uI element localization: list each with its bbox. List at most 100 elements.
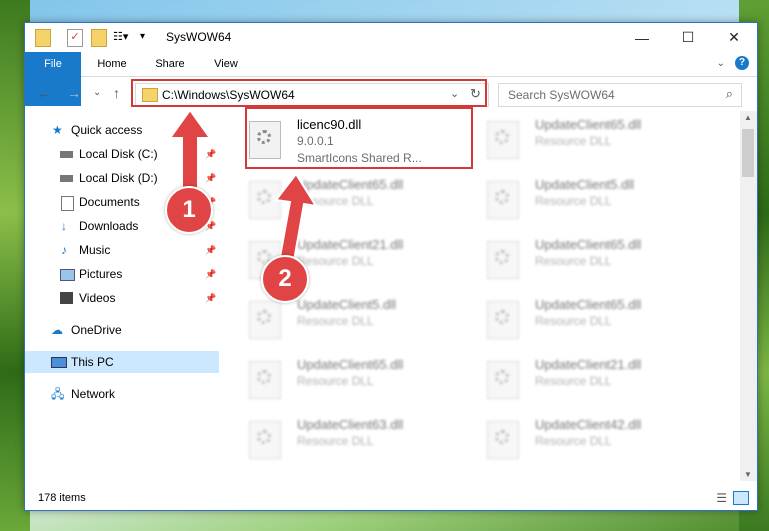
back-icon[interactable]: ← — [37, 85, 51, 101]
new-folder-icon[interactable] — [91, 29, 107, 47]
gear-icon — [495, 250, 509, 264]
cloud-icon: ☁ — [51, 323, 63, 337]
tab-home[interactable]: Home — [87, 52, 137, 76]
sidebar-item-label: Music — [79, 243, 111, 257]
details-view-icon[interactable]: ☰ — [716, 491, 727, 505]
sidebar-item-label: Pictures — [79, 267, 123, 281]
music-icon: ♪ — [61, 243, 67, 257]
star-icon: ★ — [52, 123, 63, 137]
file-item[interactable]: UpdateClient65.dll Resource DLL — [487, 297, 707, 351]
search-box[interactable]: Search SysWOW64 ⌕ — [498, 83, 742, 107]
file-item[interactable]: UpdateClient5.dll Resource DLL — [249, 297, 469, 351]
dll-file-icon — [487, 301, 519, 339]
drive-icon — [60, 151, 73, 158]
sidebar-item-label: Videos — [79, 291, 116, 305]
large-icons-view-icon[interactable] — [733, 491, 749, 505]
file-name: UpdateClient42.dll — [535, 417, 642, 432]
pin-icon[interactable]: 📌 — [205, 287, 216, 309]
file-item[interactable]: UpdateClient63.dll Resource DLL — [249, 417, 469, 471]
dll-file-icon — [487, 241, 519, 279]
customize-qa-icon[interactable]: ☷▾ — [113, 29, 131, 45]
dll-file-icon — [487, 181, 519, 219]
dll-file-icon — [249, 421, 281, 459]
download-icon: ↓ — [61, 219, 67, 233]
item-count: 178 items — [38, 492, 86, 504]
file-name: UpdateClient63.dll — [297, 417, 404, 432]
tab-share[interactable]: Share — [145, 52, 195, 76]
file-name: UpdateClient5.dll — [535, 177, 635, 192]
gear-icon — [495, 310, 509, 324]
file-description: Resource DLL — [535, 434, 612, 448]
gear-icon — [495, 190, 509, 204]
sidebar-item-network[interactable]: 🖧 Network — [25, 383, 219, 405]
expand-ribbon-icon[interactable]: ⌄ — [717, 58, 725, 69]
sidebar-item-label: This PC — [71, 355, 114, 369]
tab-view[interactable]: View — [201, 52, 251, 76]
file-item[interactable]: UpdateClient65.dll Resource DLL — [487, 237, 707, 291]
gear-icon — [257, 310, 271, 324]
dll-file-icon — [249, 361, 281, 399]
pin-icon[interactable]: 📌 — [205, 263, 216, 285]
properties-icon[interactable]: ✓ — [67, 29, 83, 47]
sidebar-item-label: Documents — [79, 195, 140, 209]
file-item[interactable]: UpdateClient5.dll Resource DLL — [487, 177, 707, 231]
sidebar-item-label: Quick access — [71, 123, 143, 137]
maximize-button[interactable]: ☐ — [665, 23, 711, 52]
vertical-scrollbar[interactable]: ▲ ▼ — [740, 111, 757, 481]
scroll-down-icon[interactable]: ▼ — [744, 470, 752, 479]
annotation-badge-2: 2 — [261, 255, 309, 303]
sidebar-item-pictures[interactable]: Pictures 📌 — [25, 263, 219, 285]
file-item[interactable]: UpdateClient65.dll Resource DLL — [249, 357, 469, 411]
sidebar-item-onedrive[interactable]: ☁ OneDrive — [25, 319, 219, 341]
pin-icon[interactable]: 📌 — [205, 239, 216, 261]
file-description: Resource DLL — [535, 194, 612, 208]
drive-icon — [60, 175, 73, 182]
navigation-bar: ← → ⌄ ↑ C:\Windows\SysWOW64 ⌄ ↻ Search S… — [25, 77, 757, 109]
file-list: licenc90.dll 9.0.0.1 SmartIcons Shared R… — [225, 107, 739, 481]
gear-icon — [495, 430, 509, 444]
dll-file-icon — [487, 421, 519, 459]
search-icon[interactable]: ⌕ — [726, 86, 733, 102]
file-item[interactable]: UpdateClient65.dll Resource DLL — [487, 117, 707, 171]
help-icon[interactable]: ? — [735, 56, 749, 70]
explorer-window: ✓ ☷▾ ▾ SysWOW64 — ☐ ✕ File Home Share Vi… — [24, 22, 758, 511]
file-description: Resource DLL — [297, 434, 374, 448]
ribbon-tabs: File Home Share View ⌄ ? — [25, 52, 757, 106]
file-description: Resource DLL — [535, 314, 612, 328]
network-icon: 🖧 — [51, 387, 65, 401]
dll-file-icon — [249, 301, 281, 339]
gear-icon — [257, 430, 271, 444]
search-placeholder[interactable]: Search SysWOW64 — [508, 88, 615, 102]
sidebar-item-label: OneDrive — [71, 323, 122, 337]
scroll-up-icon[interactable]: ▲ — [744, 113, 752, 122]
forward-icon[interactable]: → — [67, 85, 81, 101]
annotation-badge-1: 1 — [165, 186, 213, 234]
sidebar-item-music[interactable]: ♪ Music 📌 — [25, 239, 219, 261]
address-highlight-box — [131, 79, 487, 107]
file-item[interactable]: UpdateClient21.dll Resource DLL — [487, 357, 707, 411]
sidebar-item-videos[interactable]: Videos 📌 — [25, 287, 219, 309]
pictures-icon — [60, 269, 75, 281]
dll-file-icon — [487, 121, 519, 159]
gear-icon — [257, 370, 271, 384]
computer-icon — [51, 357, 67, 368]
sidebar-item-this-pc[interactable]: This PC — [25, 351, 219, 373]
file-description: Resource DLL — [535, 134, 612, 148]
file-name: UpdateClient65.dll — [535, 297, 642, 312]
sidebar-item-label: Local Disk (D:) — [79, 171, 158, 185]
chevron-down-icon[interactable]: ▾ — [140, 29, 150, 45]
file-item[interactable]: UpdateClient42.dll Resource DLL — [487, 417, 707, 471]
file-name: UpdateClient5.dll — [297, 297, 397, 312]
scrollbar-thumb[interactable] — [742, 129, 754, 177]
close-button[interactable]: ✕ — [711, 23, 757, 52]
recent-locations-icon[interactable]: ⌄ — [93, 87, 101, 98]
dll-file-icon — [487, 361, 519, 399]
file-description: Resource DLL — [535, 374, 612, 388]
gear-icon — [495, 370, 509, 384]
videos-icon — [60, 292, 73, 304]
title-bar: ✓ ☷▾ ▾ SysWOW64 — ☐ ✕ — [25, 23, 757, 52]
minimize-button[interactable]: — — [619, 23, 665, 52]
up-icon[interactable]: ↑ — [113, 85, 120, 101]
file-name: UpdateClient65.dll — [535, 117, 642, 132]
file-description: Resource DLL — [535, 254, 612, 268]
